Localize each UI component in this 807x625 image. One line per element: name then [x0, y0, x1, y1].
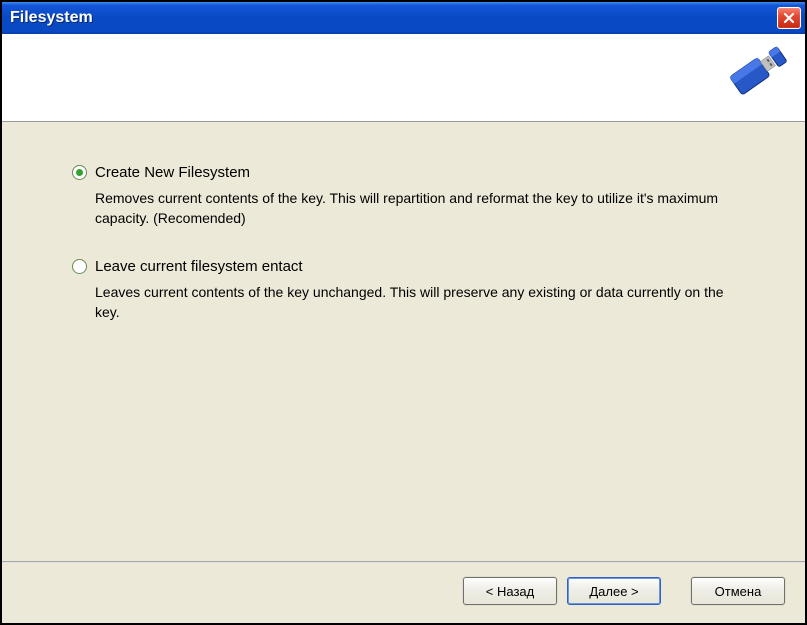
close-icon — [783, 12, 795, 24]
button-gap — [671, 577, 681, 605]
content-area: Create New Filesystem Removes current co… — [2, 122, 805, 561]
option-leave-description: Leaves current contents of the key uncha… — [95, 283, 735, 322]
option-leave-header[interactable]: Leave current filesystem entact — [72, 256, 769, 277]
option-create-description: Removes current contents of the key. Thi… — [95, 189, 735, 228]
window-title: Filesystem — [10, 9, 93, 27]
cancel-button[interactable]: Отмена — [691, 577, 785, 605]
option-create-filesystem: Create New Filesystem Removes current co… — [72, 162, 769, 228]
close-button[interactable] — [777, 7, 801, 29]
footer-buttons: < Назад Далее > Отмена — [2, 563, 805, 623]
option-leave-filesystem: Leave current filesystem entact Leaves c… — [72, 256, 769, 322]
option-create-header[interactable]: Create New Filesystem — [72, 162, 769, 183]
radio-leave[interactable] — [72, 259, 87, 274]
radio-create[interactable] — [72, 165, 87, 180]
dialog-window: Filesystem Create New Filesystem — [0, 0, 807, 625]
next-button[interactable]: Далее > — [567, 577, 661, 605]
titlebar: Filesystem — [2, 2, 805, 34]
option-leave-label: Leave current filesystem entact — [95, 256, 303, 277]
usb-drive-icon — [713, 44, 793, 114]
option-create-label: Create New Filesystem — [95, 162, 250, 183]
header-banner — [2, 34, 805, 122]
back-button[interactable]: < Назад — [463, 577, 557, 605]
